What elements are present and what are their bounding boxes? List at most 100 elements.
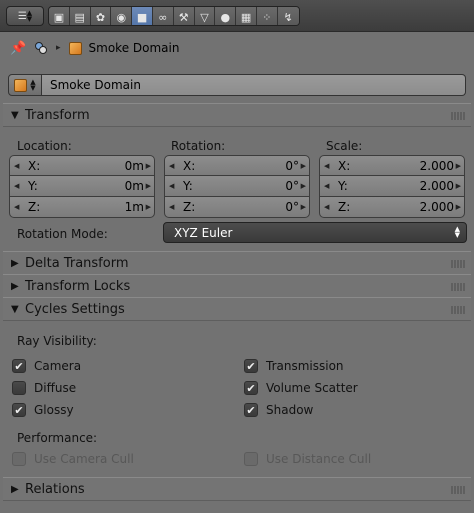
object-name-field[interactable]: Smoke Domain: [42, 74, 466, 96]
editor-type-menu[interactable]: ☰ ▲ ▼: [6, 6, 44, 26]
tab-texture[interactable]: ▦: [236, 7, 257, 25]
relations-panel-header[interactable]: ▶ Relations: [3, 477, 471, 501]
decrement-arrow-icon[interactable]: ◀: [14, 162, 19, 170]
shadow-checkbox[interactable]: ✔ Shadow: [244, 401, 313, 419]
camera-checkbox[interactable]: ✔ Camera: [12, 357, 81, 375]
material-icon: ●: [220, 10, 231, 24]
location-fields: ◀ X: 0m ▶ ◀ Y: 0m ▶ ◀ Z: 1m ▶: [9, 155, 155, 218]
pin-icon[interactable]: 📌: [10, 41, 28, 56]
diffuse-checkbox[interactable]: Diffuse: [12, 379, 76, 397]
decrement-arrow-icon[interactable]: ◀: [324, 162, 329, 170]
decrement-arrow-icon[interactable]: ◀: [169, 162, 174, 170]
increment-arrow-icon[interactable]: ▶: [456, 203, 461, 211]
glossy-label: Glossy: [34, 403, 74, 417]
decrement-arrow-icon[interactable]: ◀: [169, 203, 174, 211]
axis-label: X:: [183, 158, 196, 173]
volume-scatter-checkbox[interactable]: ✔ Volume Scatter: [244, 379, 358, 397]
location-label: Location:: [17, 139, 72, 153]
expanded-triangle-icon: ▼: [11, 109, 19, 121]
axis-label: Z:: [183, 200, 196, 214]
scene-icon: [34, 41, 48, 55]
checkbox-icon: ✔: [12, 403, 26, 417]
increment-arrow-icon[interactable]: ▶: [146, 182, 151, 190]
rotation-z-field[interactable]: ◀ Z: 0° ▶: [164, 197, 310, 218]
cycles-settings-panel-header[interactable]: ▼ Cycles Settings: [3, 297, 471, 321]
rotation-x-field[interactable]: ◀ X: 0° ▶: [164, 155, 310, 176]
scale-z-field[interactable]: ◀ Z: 2.000 ▶: [319, 197, 465, 218]
increment-arrow-icon[interactable]: ▶: [456, 162, 461, 170]
collapsed-triangle-icon: ▶: [11, 483, 19, 495]
decrement-arrow-icon[interactable]: ◀: [14, 203, 19, 211]
transform-panel-header[interactable]: ▼ Transform: [3, 103, 471, 127]
panel-grip-icon[interactable]: [451, 283, 465, 291]
dropdown-arrows-icon: ▲ ▼: [30, 78, 36, 92]
object-icon: ■: [136, 10, 148, 24]
delta-transform-panel-header[interactable]: ▶ Delta Transform: [3, 251, 471, 275]
tab-world[interactable]: ◉: [111, 7, 133, 25]
object-browse-button[interactable]: ▲ ▼: [8, 74, 42, 96]
decrement-arrow-icon[interactable]: ◀: [324, 203, 329, 211]
glossy-checkbox[interactable]: ✔ Glossy: [12, 401, 74, 419]
checkbox-icon: [12, 381, 26, 395]
tab-modifiers[interactable]: ⚒: [173, 7, 195, 25]
panel-grip-icon[interactable]: [451, 260, 465, 268]
tab-data[interactable]: ▽: [194, 7, 216, 25]
particles-icon: ⁘: [262, 10, 272, 24]
tab-physics[interactable]: ↯: [277, 7, 299, 25]
volume-scatter-label: Volume Scatter: [266, 381, 358, 395]
location-x-field[interactable]: ◀ X: 0m ▶: [9, 155, 155, 176]
rotation-y-field[interactable]: ◀ Y: 0° ▶: [164, 176, 310, 197]
use-distance-cull-checkbox[interactable]: Use Distance Cull: [244, 450, 371, 468]
tab-scene[interactable]: ✿: [90, 7, 112, 25]
tab-render-layers[interactable]: ▤: [69, 7, 91, 25]
transform-locks-title: Transform Locks: [25, 278, 131, 294]
field-value: 1m: [124, 200, 144, 214]
data-icon: ▽: [200, 10, 209, 24]
location-z-field[interactable]: ◀ Z: 1m ▶: [9, 197, 155, 218]
tab-render[interactable]: ▣: [49, 7, 70, 25]
object-name-row: ▲ ▼ Smoke Domain: [8, 74, 466, 96]
diffuse-label: Diffuse: [34, 381, 77, 395]
relations-title: Relations: [25, 481, 85, 497]
field-value: 0m: [124, 179, 144, 193]
rotation-mode-select[interactable]: XYZ Euler ▲ ▼: [163, 222, 467, 243]
rotation-fields: ◀ X: 0° ▶ ◀ Y: 0° ▶ ◀ Z: 0° ▶: [164, 155, 310, 218]
decrement-arrow-icon[interactable]: ◀: [324, 182, 329, 190]
constraints-icon: ∞: [158, 10, 168, 24]
rotation-label: Rotation:: [171, 139, 226, 153]
panel-grip-icon[interactable]: [451, 112, 465, 120]
tab-material[interactable]: ●: [215, 7, 237, 25]
field-value: 2.000: [419, 200, 454, 214]
axis-label: Y:: [183, 179, 193, 193]
location-y-field[interactable]: ◀ Y: 0m ▶: [9, 176, 155, 197]
transform-locks-panel-header[interactable]: ▶ Transform Locks: [3, 274, 471, 298]
object-cube-icon: [14, 78, 28, 92]
increment-arrow-icon[interactable]: ▶: [456, 182, 461, 190]
collapsed-triangle-icon: ▶: [11, 280, 19, 292]
tab-particles[interactable]: ⁘: [256, 7, 278, 25]
breadcrumb-object-name: Smoke Domain: [88, 41, 180, 55]
scale-y-field[interactable]: ◀ Y: 2.000 ▶: [319, 176, 465, 197]
editor-type-icon: ☰: [17, 10, 27, 22]
panel-grip-icon[interactable]: [451, 486, 465, 494]
scale-x-field[interactable]: ◀ X: 2.000 ▶: [319, 155, 465, 176]
axis-label: X:: [28, 158, 41, 173]
tab-object[interactable]: ■: [132, 7, 153, 25]
increment-arrow-icon[interactable]: ▶: [301, 203, 306, 211]
render-icon: ▣: [53, 10, 65, 24]
panel-grip-icon[interactable]: [451, 306, 465, 314]
camera-label: Camera: [34, 359, 82, 373]
field-value: 0°: [285, 158, 299, 173]
increment-arrow-icon[interactable]: ▶: [301, 182, 306, 190]
ray-visibility-label: Ray Visibility:: [17, 334, 97, 348]
decrement-arrow-icon[interactable]: ◀: [169, 182, 174, 190]
transmission-checkbox[interactable]: ✔ Transmission: [244, 357, 344, 375]
use-camera-cull-checkbox[interactable]: Use Camera Cull: [12, 450, 134, 468]
tab-constraints[interactable]: ∞: [152, 7, 174, 25]
increment-arrow-icon[interactable]: ▶: [146, 162, 151, 170]
checkbox-icon: ✔: [244, 359, 258, 373]
increment-arrow-icon[interactable]: ▶: [301, 162, 306, 170]
increment-arrow-icon[interactable]: ▶: [146, 203, 151, 211]
decrement-arrow-icon[interactable]: ◀: [14, 182, 19, 190]
collapsed-triangle-icon: ▶: [11, 257, 19, 269]
